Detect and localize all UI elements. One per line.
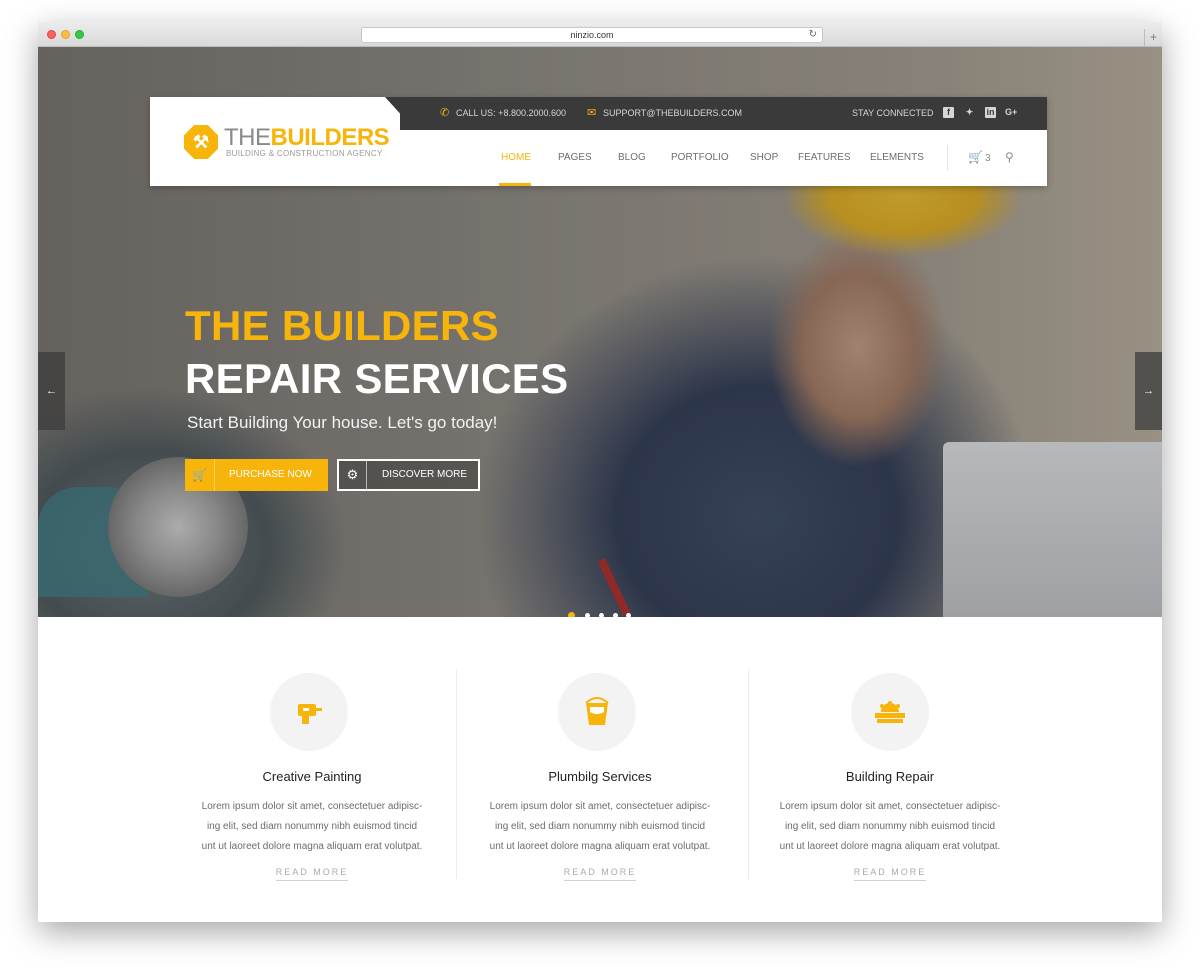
google-plus-icon[interactable]: G+ [1005,107,1017,118]
phone-icon: ✆ [440,107,450,119]
search-icon[interactable]: ⚲ [1005,150,1014,164]
read-more-link[interactable]: READ MORE [853,867,927,881]
topbar: ✆ CALL US: +8.800.2000.600 ✉ SUPPORT@THEBU… [400,97,1047,130]
slider-next-arrow[interactable]: → [1135,352,1162,430]
hero-slider: ✆ CALL US: +8.800.2000.600 ✉ SUPPORT@THEBU… [38,47,1162,617]
support-email[interactable]: ✉ SUPPORT@THEBUILDERS.COM [587,97,742,130]
services-section: Creative Painting Lorem ipsum dolor sit … [38,617,1162,922]
cart-icon: 🛒 [968,150,983,164]
logo-the: THE [224,124,271,151]
hero-subtitle: Start Building Your house. Let's go toda… [187,413,498,432]
service-description: Lorem ipsum dolor sit amet, consectetuer… [779,801,1001,852]
minimize-window-button[interactable] [61,30,70,39]
hero-title-line1: THE BUILDERS [185,302,499,349]
paint-bucket-icon [585,697,609,725]
column-divider [456,669,457,879]
discover-more-button[interactable]: ⚙ DISCOVER MORE [337,459,480,491]
service-card-plumbing: Plumbilg Services Lorem ipsum dolor sit … [470,617,730,922]
nav-blog[interactable]: BLOG [618,152,646,163]
nav-home[interactable]: HOME [501,152,531,163]
discover-more-label: DISCOVER MORE [382,469,468,480]
support-email-text: SUPPORT@THEBUILDERS.COM [603,108,742,118]
service-icon-circle [270,673,348,751]
call-us[interactable]: ✆ CALL US: +8.800.2000.600 [440,97,566,130]
gear-icon: ⚙ [339,461,367,489]
logo-tools-icon[interactable]: ⚒ [184,125,218,159]
cart-button[interactable]: 🛒 3 [968,150,991,164]
service-description: Lorem ipsum dolor sit amet, consectetuer… [201,801,423,852]
cart-icon: 🛒 [185,459,215,491]
address-bar[interactable]: ninzio.com ↻ [361,27,823,43]
read-more-link[interactable]: READ MORE [275,867,349,881]
service-card-painting: Creative Painting Lorem ipsum dolor sit … [182,617,442,922]
nav-divider [947,145,948,171]
logo-builders: BUILDERS [270,124,390,151]
purchase-now-button[interactable]: 🛒 PURCHASE NOW [185,459,328,491]
nav-elements[interactable]: ELEMENTS [870,152,924,163]
nav-features[interactable]: FEATURES [798,152,851,163]
logo-title[interactable]: THEBUILDERS [224,124,390,152]
facebook-icon[interactable]: f [943,107,954,118]
envelope-icon: ✉ [587,107,597,119]
service-title: Creative Painting [262,769,362,784]
service-icon-circle [851,673,929,751]
maximize-window-button[interactable] [75,30,84,39]
service-title: Plumbilg Services [548,769,652,784]
slider-prev-arrow[interactable]: ← [38,352,65,430]
service-title: Building Repair [845,769,935,784]
nav-active-indicator [499,183,531,186]
cart-count: 3 [984,153,991,164]
service-card-repair: Building Repair Lorem ipsum dolor sit am… [760,617,1020,922]
close-window-button[interactable] [47,30,56,39]
call-us-text: CALL US: +8.800.2000.600 [456,108,566,118]
address-text: ninzio.com [570,30,614,40]
browser-titlebar: ninzio.com ↻ + [38,22,1162,47]
purchase-now-label: PURCHASE NOW [229,469,312,480]
new-tab-button[interactable]: + [1144,29,1162,47]
linkedin-icon[interactable]: in [985,107,996,118]
read-more-link[interactable]: READ MORE [563,867,637,881]
nav-pages[interactable]: PAGES [558,152,592,163]
service-icon-circle [558,673,636,751]
nav-portfolio[interactable]: PORTFOLIO [671,152,729,163]
browser-window: ninzio.com ↻ + ✆ CALL US: +8.800.2000.600… [38,22,1162,922]
column-divider [748,669,749,879]
nav-shop[interactable]: SHOP [750,152,778,163]
hero-title-line2: REPAIR SERVICES [185,355,569,402]
site-header: ✆ CALL US: +8.800.2000.600 ✉ SUPPORT@THEBU… [150,97,1047,186]
service-description: Lorem ipsum dolor sit amet, consectetuer… [489,801,711,852]
drill-icon [298,704,322,724]
logo-tagline: BUILDING & CONSTRUCTION AGENCY [226,149,383,158]
saw-blade-icon [875,701,905,723]
twitter-icon[interactable]: ✦ [964,107,975,118]
reload-icon[interactable]: ↻ [809,28,817,42]
stay-connected-label: STAY CONNECTED [852,108,934,118]
